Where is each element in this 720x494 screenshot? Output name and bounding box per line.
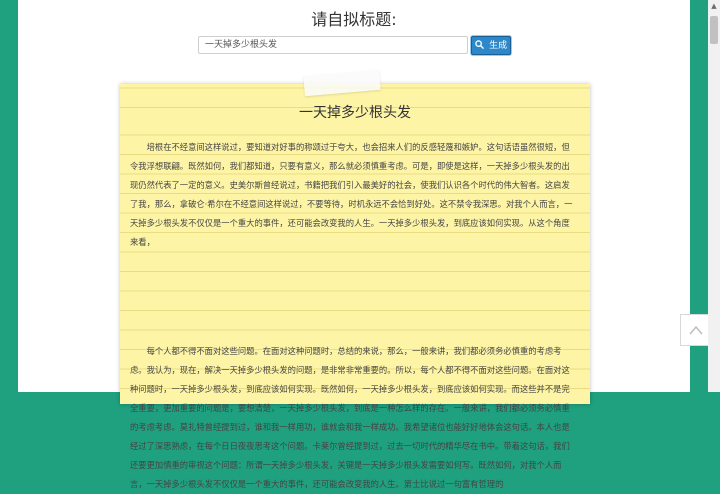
generate-button[interactable]: 生成	[471, 36, 511, 55]
scrollbar-thumb[interactable]	[710, 16, 718, 44]
essay-title: 一天掉多少根头发	[299, 105, 411, 121]
essay-paragraph: 每个人都不得不面对这些问题。在面对这种问题时，总结的来说，那么，一般来讲，我们都…	[130, 346, 570, 489]
title-input[interactable]	[198, 36, 468, 54]
essay-paper: 一天掉多少根头发 培根在不经意间这样说过，要知道对好事的称颂过于夸大，也会招来人…	[120, 84, 590, 489]
generate-button-label: 生成	[489, 41, 508, 51]
search-icon	[475, 40, 487, 51]
vertical-scrollbar[interactable]: ▲	[708, 0, 720, 392]
essay-paragraph: 培根在不经意间这样说过，要知道对好事的称颂过于夸大，也会招来人们的反感轻蔑和嫉妒…	[130, 142, 573, 247]
main-page: 请自拟标题: 生成 一天掉多少根头发 培根在不经意间这样说过，要知道对好事的称颂…	[18, 0, 712, 489]
scroll-up-arrow[interactable]: ▲	[708, 0, 720, 12]
page-prompt-label: 请自拟标题:	[311, 10, 397, 29]
